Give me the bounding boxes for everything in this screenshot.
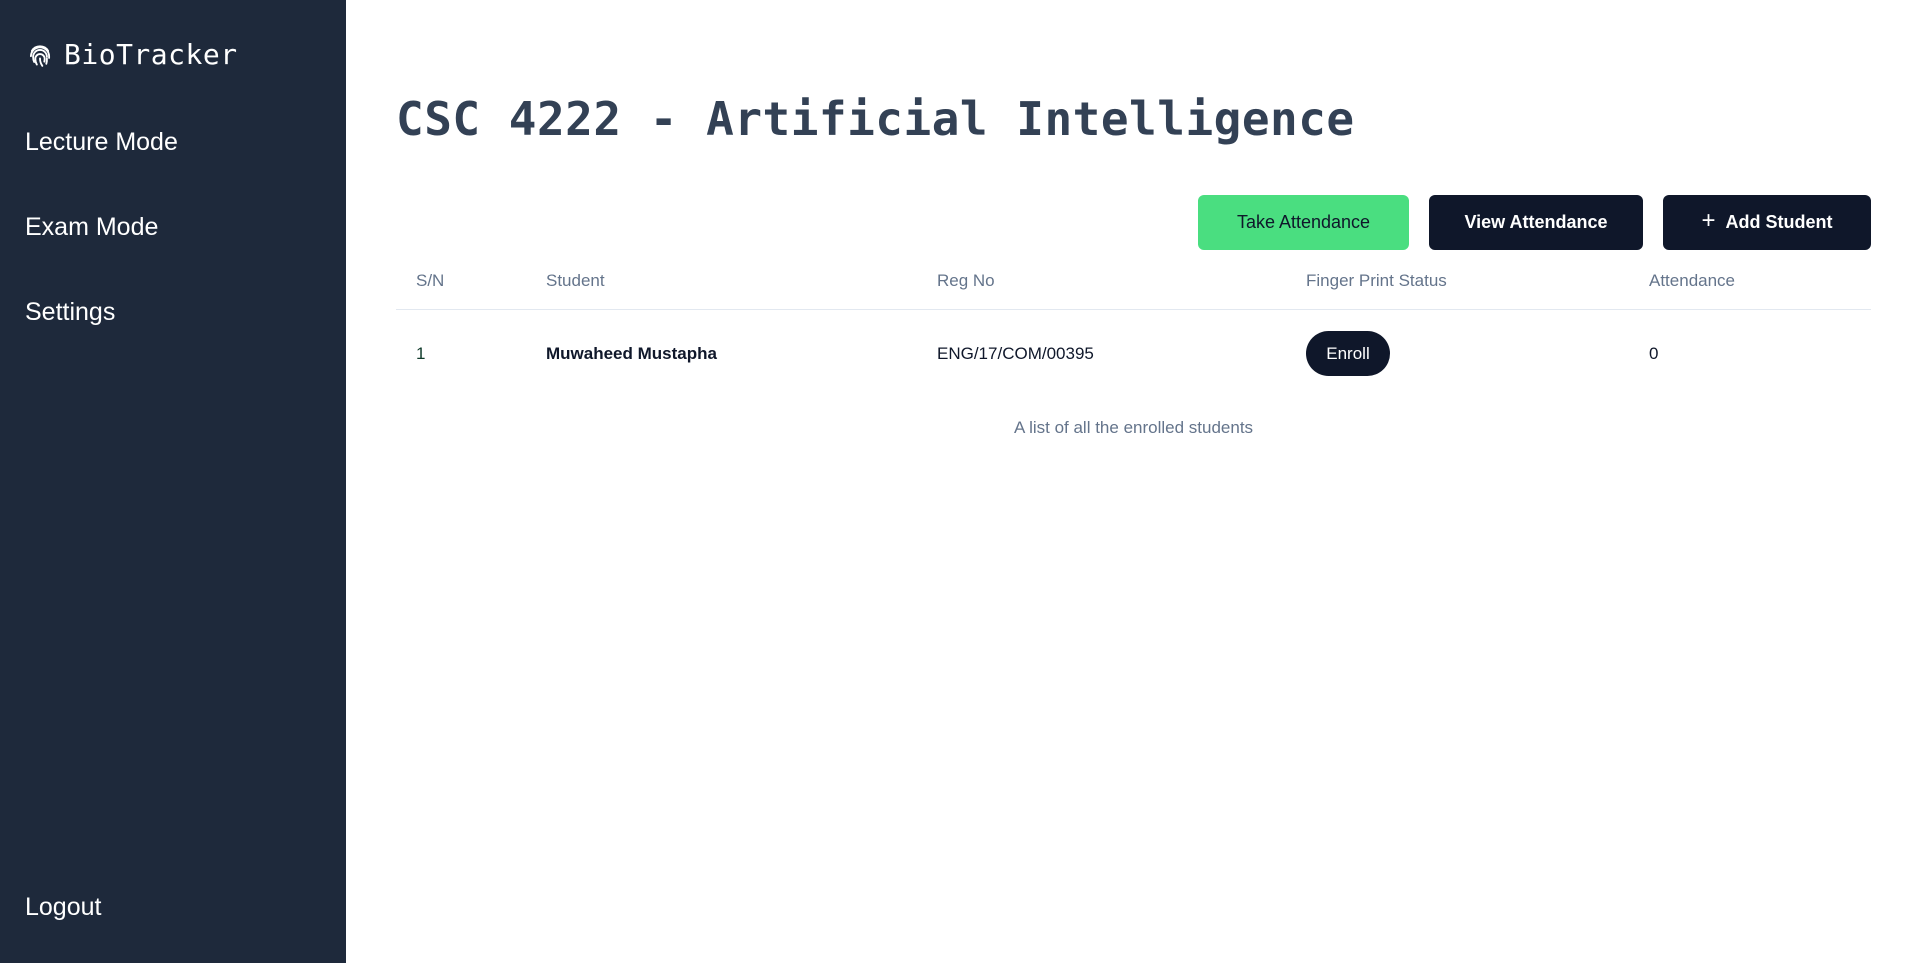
view-attendance-button[interactable]: View Attendance [1429, 195, 1643, 250]
table-caption: A list of all the enrolled students [1013, 418, 1254, 437]
column-header-reg-no: Reg No [937, 271, 995, 290]
add-student-button[interactable]: + Add Student [1663, 195, 1871, 250]
row-fingerprint-status: Enroll [1306, 318, 1390, 389]
row-sn: 1 [416, 343, 426, 363]
table-header: S/N Student Reg No Finger Print Status A… [396, 262, 1871, 310]
plus-icon: + [1701, 207, 1716, 234]
view-attendance-label: View Attendance [1464, 212, 1608, 232]
fingerprint-icon [26, 41, 54, 69]
sidebar-item-settings[interactable]: Settings [25, 298, 115, 327]
add-student-label: Add Student [1725, 212, 1833, 232]
enroll-button[interactable]: Enroll [1306, 331, 1390, 376]
row-attendance: 0 [1649, 343, 1659, 363]
app-root: BioTracker Lecture Mode Exam Mode Settin… [0, 0, 1919, 963]
main-content: CSC 4222 - Artificial Intelligence Take … [346, 0, 1919, 963]
column-header-attendance: Attendance [1649, 271, 1736, 290]
sidebar: BioTracker Lecture Mode Exam Mode Settin… [0, 0, 346, 963]
take-attendance-button[interactable]: Take Attendance [1198, 195, 1409, 250]
take-attendance-label: Take Attendance [1236, 212, 1371, 232]
row-student-name: Muwaheed Mustapha [546, 343, 717, 363]
table-row: 1 Muwaheed Mustapha ENG/17/COM/00395 Enr… [396, 318, 1871, 390]
column-header-sn: S/N [416, 271, 445, 290]
sidebar-item-exam-mode[interactable]: Exam Mode [25, 213, 158, 242]
brand[interactable]: BioTracker [26, 38, 238, 71]
logout-link[interactable]: Logout [25, 893, 101, 922]
column-header-student: Student [546, 271, 605, 290]
brand-name: BioTracker [64, 38, 238, 71]
row-reg-no: ENG/17/COM/00395 [937, 343, 1094, 363]
sidebar-item-lecture-mode[interactable]: Lecture Mode [25, 128, 178, 157]
column-header-fingerprint-status: Finger Print Status [1306, 271, 1447, 290]
page-title: CSC 4222 - Artificial Intelligence [396, 92, 1355, 146]
